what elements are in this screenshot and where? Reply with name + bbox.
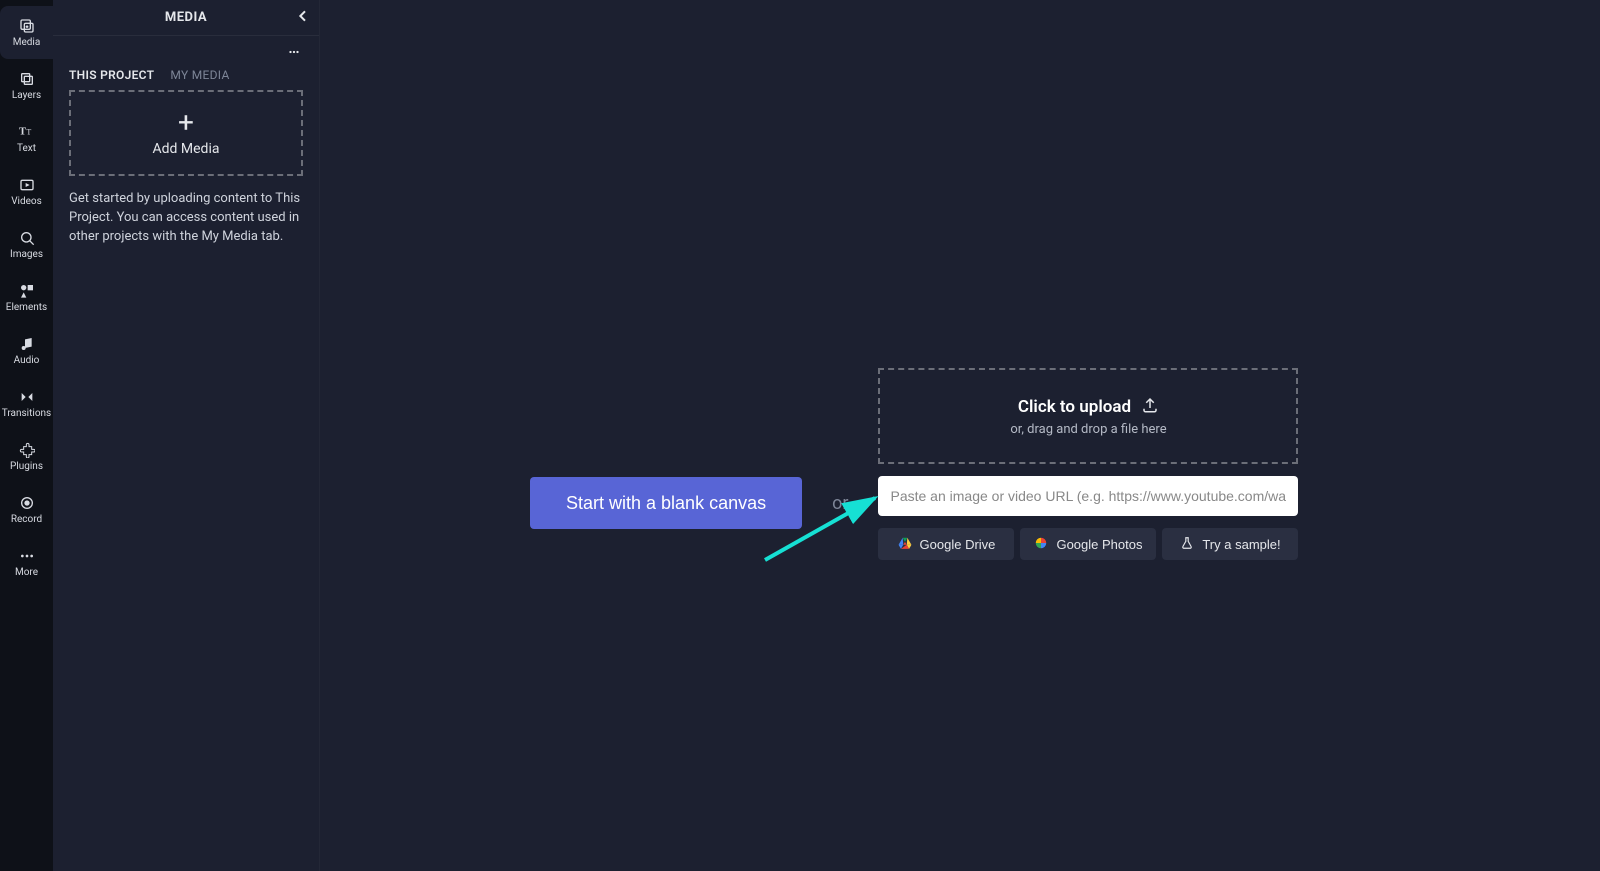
- rail-audio-label: Audio: [14, 355, 40, 366]
- main-canvas-area: Start with a blank canvas or Click to up…: [320, 0, 1600, 871]
- upload-dropzone[interactable]: Click to upload or, drag and drop a file…: [878, 368, 1298, 464]
- plus-icon: +: [178, 109, 194, 137]
- layers-icon: [19, 71, 35, 87]
- panel-header: MEDIA: [53, 0, 319, 36]
- media-side-panel: MEDIA THIS PROJECT MY MEDIA + Add Media …: [53, 0, 320, 871]
- rail-videos-label: Videos: [11, 196, 42, 207]
- rail-record[interactable]: Record: [0, 483, 53, 536]
- rail-text[interactable]: TT Text: [0, 112, 53, 165]
- rail-images-label: Images: [10, 249, 43, 260]
- google-photos-button[interactable]: Google Photos: [1020, 528, 1156, 560]
- add-media-label: Add Media: [153, 141, 220, 157]
- try-sample-label: Try a sample!: [1202, 537, 1280, 552]
- elements-icon: [19, 283, 35, 299]
- rail-transitions[interactable]: Transitions: [0, 377, 53, 430]
- upload-title-row: Click to upload: [1018, 396, 1159, 418]
- rail-media[interactable]: Media: [0, 6, 53, 59]
- google-photos-icon: [1034, 536, 1048, 553]
- record-icon: [19, 495, 35, 511]
- rail-videos[interactable]: Videos: [0, 165, 53, 218]
- or-separator: or: [832, 493, 848, 514]
- tab-this-project[interactable]: THIS PROJECT: [69, 68, 154, 82]
- try-sample-button[interactable]: Try a sample!: [1162, 528, 1298, 560]
- more-icon: [19, 548, 35, 564]
- images-icon: [19, 230, 35, 246]
- rail-audio[interactable]: Audio: [0, 324, 53, 377]
- collapse-panel-button[interactable]: [295, 8, 311, 28]
- media-icon: [19, 18, 35, 34]
- panel-more-button[interactable]: [285, 43, 303, 62]
- rail-layers-label: Layers: [12, 90, 41, 101]
- text-icon: TT: [18, 124, 36, 140]
- panel-help-text: Get started by uploading content to This…: [69, 190, 303, 247]
- service-buttons-row: Google Drive Google Photos Try a sample!: [878, 528, 1298, 560]
- rail-transitions-label: Transitions: [2, 408, 51, 419]
- rail-more-label: More: [15, 567, 38, 578]
- plugins-icon: [19, 442, 35, 458]
- panel-title: MEDIA: [165, 10, 207, 25]
- videos-icon: [19, 177, 35, 193]
- flask-icon: [1180, 536, 1194, 553]
- rail-more[interactable]: More: [0, 536, 53, 589]
- left-icon-rail: Media Layers TT Text Videos Images Eleme…: [0, 0, 53, 871]
- rail-elements[interactable]: Elements: [0, 271, 53, 324]
- transitions-icon: [19, 389, 35, 405]
- panel-tabs: THIS PROJECT MY MEDIA: [53, 68, 319, 90]
- audio-icon: [19, 336, 35, 352]
- rail-images[interactable]: Images: [0, 218, 53, 271]
- upload-subtitle: or, drag and drop a file here: [1010, 422, 1166, 437]
- tab-my-media[interactable]: MY MEDIA: [170, 68, 229, 82]
- google-drive-label: Google Drive: [920, 537, 996, 552]
- rail-plugins-label: Plugins: [10, 461, 43, 472]
- upload-icon: [1141, 396, 1159, 418]
- upload-title: Click to upload: [1018, 397, 1131, 417]
- svg-text:T: T: [26, 127, 31, 136]
- start-blank-canvas-button[interactable]: Start with a blank canvas: [530, 477, 802, 529]
- rail-text-label: Text: [17, 143, 36, 154]
- panel-toolbar: [53, 36, 319, 68]
- rail-plugins[interactable]: Plugins: [0, 430, 53, 483]
- svg-text:T: T: [19, 126, 26, 137]
- upload-column: Click to upload or, drag and drop a file…: [878, 368, 1298, 560]
- rail-layers[interactable]: Layers: [0, 59, 53, 112]
- add-media-box[interactable]: + Add Media: [69, 90, 303, 176]
- rail-media-label: Media: [13, 37, 41, 48]
- rail-record-label: Record: [11, 514, 42, 525]
- start-options-row: Start with a blank canvas or Click to up…: [530, 368, 1298, 560]
- url-input[interactable]: [878, 476, 1298, 516]
- rail-elements-label: Elements: [6, 302, 47, 313]
- google-photos-label: Google Photos: [1056, 537, 1142, 552]
- google-drive-icon: [898, 536, 912, 553]
- google-drive-button[interactable]: Google Drive: [878, 528, 1014, 560]
